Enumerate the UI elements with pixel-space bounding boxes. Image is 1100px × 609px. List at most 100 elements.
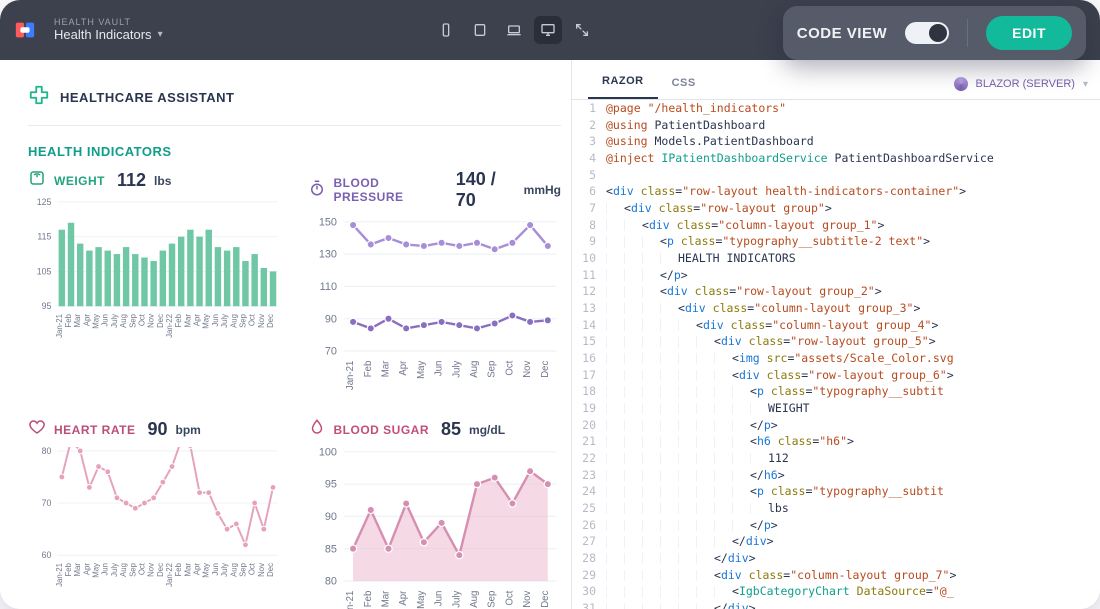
platform-selector[interactable]: BLAZOR (SERVER) ▾ xyxy=(954,77,1088,91)
code-line: 8<div class="column-layout group_1"> xyxy=(572,217,1100,234)
svg-text:95: 95 xyxy=(42,301,52,311)
svg-text:Jan-22: Jan-22 xyxy=(165,314,174,338)
metric-unit: mmHg xyxy=(524,183,561,197)
svg-text:Dec: Dec xyxy=(156,563,165,577)
svg-text:May: May xyxy=(202,563,211,578)
heart-icon xyxy=(28,418,46,441)
svg-text:Oct: Oct xyxy=(248,313,257,326)
edit-button[interactable]: EDIT xyxy=(986,16,1072,50)
svg-text:80: 80 xyxy=(324,576,336,588)
code-line: 6<div class="row-layout health-indicator… xyxy=(572,183,1100,200)
svg-text:Sep: Sep xyxy=(486,361,497,378)
card-weight: WEIGHT 112 lbs 95105115125Jan-21FebMarAp… xyxy=(28,169,282,404)
svg-text:Nov: Nov xyxy=(147,314,156,328)
code-line: 16<img src="assets/Scale_Color.svg xyxy=(572,350,1100,367)
svg-text:110: 110 xyxy=(319,281,336,293)
code-view-toggle[interactable] xyxy=(905,22,949,44)
card-blood-sugar: BLOOD SUGAR 85 mg/dL 80859095100Jan-21Fe… xyxy=(308,418,562,609)
code-line: 30<IgbCategoryChart DataSource="@_ xyxy=(572,583,1100,600)
metric-value: 140 / 70 xyxy=(456,169,516,211)
weight-chart: 95105115125Jan-21FebMarAprMayJunJulyAugS… xyxy=(28,198,282,349)
device-desktop-button[interactable] xyxy=(534,16,562,44)
code-panel: RAZOR CSS BLAZOR (SERVER) ▾ 1@page "/hea… xyxy=(572,60,1100,609)
tab-css[interactable]: CSS xyxy=(658,67,710,99)
svg-text:Oct: Oct xyxy=(137,562,146,575)
svg-text:July: July xyxy=(220,563,229,577)
code-line: 3@using Models.PatientDashboard xyxy=(572,133,1100,150)
svg-text:Apr: Apr xyxy=(82,314,91,327)
svg-text:July: July xyxy=(110,314,119,328)
svg-text:Mar: Mar xyxy=(380,360,391,377)
svg-text:Nov: Nov xyxy=(522,591,533,608)
app-title: HEALTHCARE ASSISTANT xyxy=(60,90,234,105)
svg-text:May: May xyxy=(92,314,101,329)
svg-text:Mar: Mar xyxy=(73,314,82,328)
project-selector[interactable]: HEALTH VAULT Health Indicators ▾ xyxy=(54,18,163,42)
chevron-down-icon: ▾ xyxy=(158,29,163,40)
code-line: 1@page "/health_indicators" xyxy=(572,100,1100,117)
svg-text:Jun: Jun xyxy=(211,314,220,327)
svg-text:Mar: Mar xyxy=(183,563,192,577)
code-view-toolbar: CODE VIEW EDIT xyxy=(783,6,1086,60)
svg-text:100: 100 xyxy=(318,447,336,458)
svg-text:70: 70 xyxy=(324,346,336,358)
code-line: 4@inject IPatientDashboardService Patien… xyxy=(572,150,1100,167)
svg-text:Dec: Dec xyxy=(156,314,165,328)
code-line: 2@using PatientDashboard xyxy=(572,117,1100,134)
metric-value: 90 xyxy=(147,419,167,440)
svg-text:Apr: Apr xyxy=(82,563,91,576)
svg-text:Mar: Mar xyxy=(183,314,192,328)
code-line: 28</div> xyxy=(572,550,1100,567)
svg-text:Nov: Nov xyxy=(257,563,266,577)
tab-razor[interactable]: RAZOR xyxy=(588,65,658,99)
metric-label: WEIGHT xyxy=(54,174,105,188)
metric-label: BLOOD PRESSURE xyxy=(334,176,444,204)
svg-text:May: May xyxy=(92,563,101,578)
design-preview-pane: HEALTHCARE ASSISTANT HEALTH INDICATORS W… xyxy=(0,60,572,609)
device-preview-switcher xyxy=(432,16,596,44)
svg-text:90: 90 xyxy=(324,511,336,523)
expand-fullscreen-button[interactable] xyxy=(568,16,596,44)
app-frame: HEALTH VAULT Health Indicators ▾ xyxy=(0,0,1100,609)
svg-text:Oct: Oct xyxy=(248,562,257,575)
code-line: 26</p> xyxy=(572,517,1100,534)
healthcare-cross-icon xyxy=(28,84,50,111)
code-line: 10HEALTH INDICATORS xyxy=(572,250,1100,267)
code-editor[interactable]: 1@page "/health_indicators"2@using Patie… xyxy=(572,100,1100,609)
svg-text:Feb: Feb xyxy=(64,313,73,327)
scale-icon xyxy=(28,169,46,192)
svg-text:Oct: Oct xyxy=(504,360,515,375)
svg-text:130: 130 xyxy=(318,249,336,261)
svg-text:150: 150 xyxy=(318,217,336,228)
svg-text:60: 60 xyxy=(42,550,52,560)
svg-text:Dec: Dec xyxy=(266,314,275,328)
svg-text:Dec: Dec xyxy=(539,360,550,377)
metric-value: 85 xyxy=(441,419,461,440)
svg-text:Aug: Aug xyxy=(468,361,479,378)
svg-text:70: 70 xyxy=(42,498,52,508)
svg-text:Feb: Feb xyxy=(362,591,373,608)
metric-unit: lbs xyxy=(154,174,171,188)
svg-text:Jan-21: Jan-21 xyxy=(345,591,356,609)
svg-text:Feb: Feb xyxy=(174,313,183,327)
svg-text:Jun: Jun xyxy=(101,563,110,576)
metric-label: HEART RATE xyxy=(54,423,135,437)
svg-text:Jun: Jun xyxy=(101,314,110,327)
svg-text:Apr: Apr xyxy=(193,563,202,576)
svg-text:Jun: Jun xyxy=(433,361,444,377)
blazor-icon xyxy=(954,77,968,91)
device-laptop-button[interactable] xyxy=(500,16,528,44)
svg-text:85: 85 xyxy=(324,543,336,555)
svg-text:Feb: Feb xyxy=(174,562,183,576)
svg-text:July: July xyxy=(110,563,119,577)
device-phone-button[interactable] xyxy=(432,16,460,44)
svg-text:May: May xyxy=(415,360,426,378)
svg-text:Oct: Oct xyxy=(504,590,515,605)
code-line: 12<div class="row-layout group_2"> xyxy=(572,283,1100,300)
code-line: 14<div class="column-layout group_4"> xyxy=(572,317,1100,334)
device-tablet-button[interactable] xyxy=(466,16,494,44)
svg-text:Sep: Sep xyxy=(486,591,497,608)
platform-label: BLAZOR (SERVER) xyxy=(976,78,1075,90)
svg-text:Aug: Aug xyxy=(119,314,128,328)
svg-text:90: 90 xyxy=(324,313,336,325)
